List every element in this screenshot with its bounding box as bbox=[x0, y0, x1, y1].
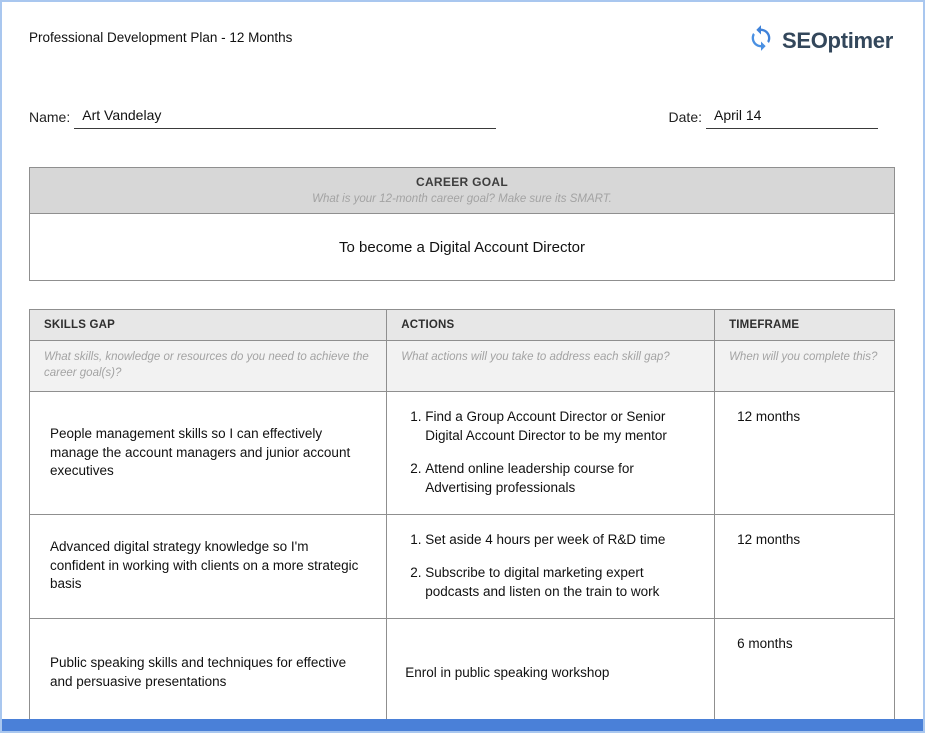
skills-gap-cell[interactable]: Public speaking skills and techniques fo… bbox=[30, 618, 387, 728]
document-header: Professional Development Plan - 12 Month… bbox=[2, 2, 923, 57]
timeframe-cell[interactable]: 12 months bbox=[715, 514, 895, 618]
table-row: People management skills so I can effect… bbox=[30, 392, 895, 515]
date-label: Date: bbox=[669, 109, 702, 129]
prompt-timeframe: When will you complete this? bbox=[715, 341, 895, 392]
career-goal-prompt: What is your 12-month career goal? Make … bbox=[30, 193, 894, 205]
column-header-skills-gap: SKILLS GAP bbox=[30, 310, 387, 341]
table-row: Advanced digital strategy knowledge so I… bbox=[30, 514, 895, 618]
table-row: Public speaking skills and techniques fo… bbox=[30, 618, 895, 728]
skills-gap-cell[interactable]: Advanced digital strategy knowledge so I… bbox=[30, 514, 387, 618]
name-label: Name: bbox=[29, 109, 70, 129]
table-header-row: SKILLS GAP ACTIONS TIMEFRAME bbox=[30, 310, 895, 341]
prompt-actions: What actions will you take to address ea… bbox=[387, 341, 715, 392]
column-header-timeframe: TIMEFRAME bbox=[715, 310, 895, 341]
actions-cell[interactable]: Set aside 4 hours per week of R&D time S… bbox=[387, 514, 715, 618]
career-goal-title: CAREER GOAL bbox=[30, 175, 894, 189]
name-field[interactable]: Art Vandelay bbox=[74, 107, 496, 129]
career-goal-header: CAREER GOAL What is your 12-month career… bbox=[30, 168, 894, 214]
career-goal-section: CAREER GOAL What is your 12-month career… bbox=[29, 167, 895, 281]
brand-logo: SEOptimer bbox=[747, 24, 893, 57]
timeframe-cell[interactable]: 6 months bbox=[715, 618, 895, 728]
page-title: Professional Development Plan - 12 Month… bbox=[29, 24, 292, 45]
brand-name: SEOptimer bbox=[782, 28, 893, 54]
date-group: Date: April 14 bbox=[669, 107, 878, 129]
bottom-accent-bar bbox=[2, 719, 923, 731]
action-item: Attend online leadership course for Adve… bbox=[425, 460, 698, 497]
seoptimer-sync-icon bbox=[747, 24, 775, 57]
actions-cell[interactable]: Enrol in public speaking workshop bbox=[387, 618, 715, 728]
actions-list: Set aside 4 hours per week of R&D time S… bbox=[405, 531, 698, 602]
action-item: Set aside 4 hours per week of R&D time bbox=[425, 531, 698, 550]
action-item: Find a Group Account Director or Senior … bbox=[425, 408, 698, 445]
actions-list: Find a Group Account Director or Senior … bbox=[405, 408, 698, 498]
timeframe-cell[interactable]: 12 months bbox=[715, 392, 895, 515]
action-item: Subscribe to digital marketing expert po… bbox=[425, 564, 698, 601]
date-field[interactable]: April 14 bbox=[706, 107, 878, 129]
document-page: Professional Development Plan - 12 Month… bbox=[0, 0, 925, 733]
career-goal-value[interactable]: To become a Digital Account Director bbox=[30, 214, 894, 280]
skills-gap-table: SKILLS GAP ACTIONS TIMEFRAME What skills… bbox=[29, 309, 895, 729]
column-header-actions: ACTIONS bbox=[387, 310, 715, 341]
table-prompt-row: What skills, knowledge or resources do y… bbox=[30, 341, 895, 392]
prompt-skills-gap: What skills, knowledge or resources do y… bbox=[30, 341, 387, 392]
actions-cell[interactable]: Find a Group Account Director or Senior … bbox=[387, 392, 715, 515]
name-date-row: Name: Art Vandelay Date: April 14 bbox=[2, 107, 923, 129]
skills-gap-cell[interactable]: People management skills so I can effect… bbox=[30, 392, 387, 515]
